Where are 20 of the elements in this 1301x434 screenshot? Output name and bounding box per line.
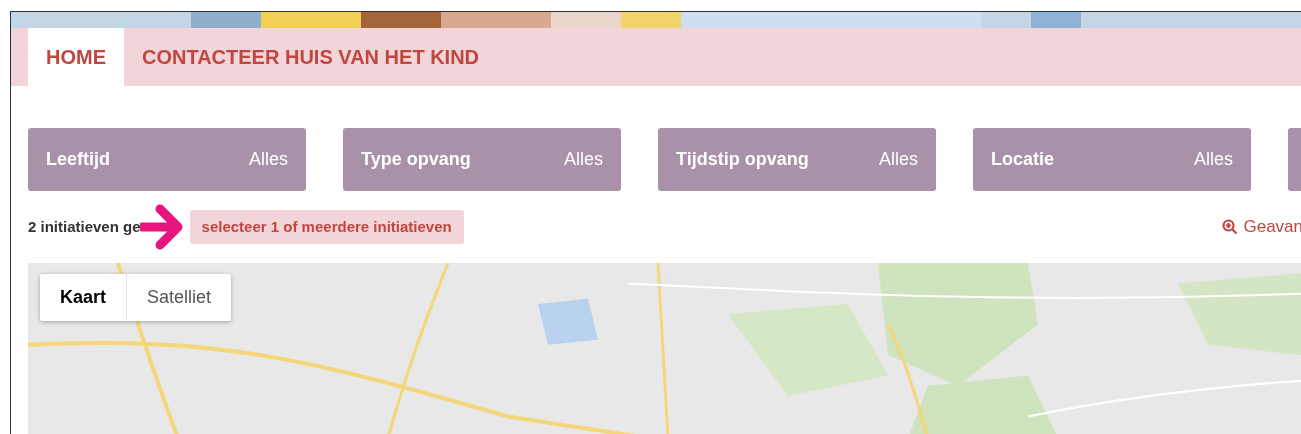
filter-dropdown[interactable]: Tijdstip opvang Alles bbox=[658, 128, 936, 191]
filter-label: Tijdstip opvang bbox=[676, 148, 809, 171]
filter-value: Alles bbox=[1194, 148, 1233, 171]
filter-dropdown[interactable]: Locatie Alles bbox=[973, 128, 1251, 191]
advanced-search-link[interactable]: Geavan bbox=[1222, 214, 1301, 240]
zoom-in-icon bbox=[1222, 219, 1239, 235]
filter-label: Leeftijd bbox=[46, 148, 110, 171]
filter-value: Alles bbox=[249, 148, 288, 171]
filter-dropdown[interactable]: Type opvang Alles bbox=[343, 128, 621, 191]
filter-dropdown[interactable]: Leeftijd Alles bbox=[28, 128, 306, 191]
arrow-icon bbox=[139, 204, 184, 250]
map-type-button[interactable]: Kaart bbox=[40, 274, 127, 321]
map-type-button[interactable]: Satelliet bbox=[126, 274, 232, 321]
filter-label: Locatie bbox=[991, 148, 1055, 171]
filter-value: Alles bbox=[879, 148, 918, 171]
result-count: 2 initiatieven ge bbox=[28, 216, 141, 237]
hint-label: selecteer 1 of meerdere initiatieven bbox=[189, 209, 464, 245]
filter-value: Alles bbox=[564, 148, 603, 171]
nav-tab[interactable]: HOME bbox=[28, 28, 124, 86]
filter-label: Type opvang bbox=[361, 148, 471, 171]
